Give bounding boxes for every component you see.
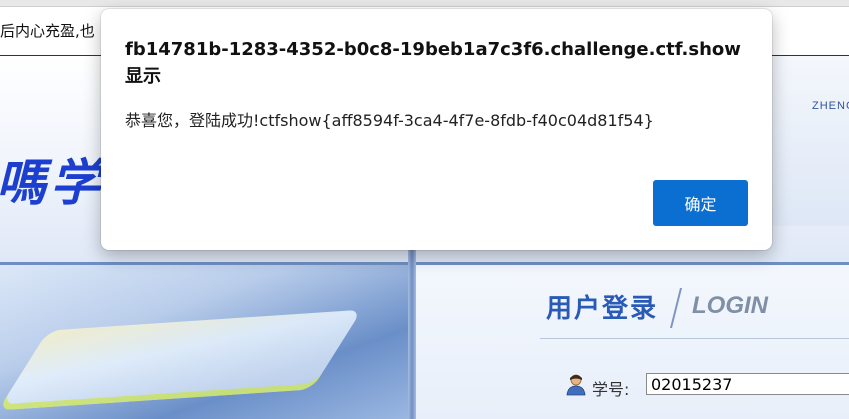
banner-english-text: ZHENG [812,100,849,112]
dialog-message: 恭喜您，登陆成功!ctfshow{aff8594f-3ca4-4f7e-8fdb… [125,111,654,130]
photo-book-shape [0,309,363,411]
banner-right-panel [770,56,849,226]
alert-dialog: fb14781b-1283-4352-b0c8-19beb1a7c3f6.cha… [101,9,772,250]
vertical-divider [408,226,416,419]
user-icon [566,374,586,396]
ok-button[interactable]: 确定 [653,180,748,226]
login-title: 用户登录 [546,294,659,324]
banner-calligraphy: 嗎学 [0,153,104,212]
login-title-english: LOGIN [692,292,768,319]
marquee-text: 后内心充盈,也 [0,22,95,40]
student-id-label: 学号: [592,380,630,399]
login-title-rule [540,338,849,339]
student-id-input[interactable] [646,373,849,395]
campus-photo [0,265,408,419]
browser-top-strip [0,0,849,7]
dialog-title: fb14781b-1283-4352-b0c8-19beb1a7c3f6.cha… [125,39,741,87]
